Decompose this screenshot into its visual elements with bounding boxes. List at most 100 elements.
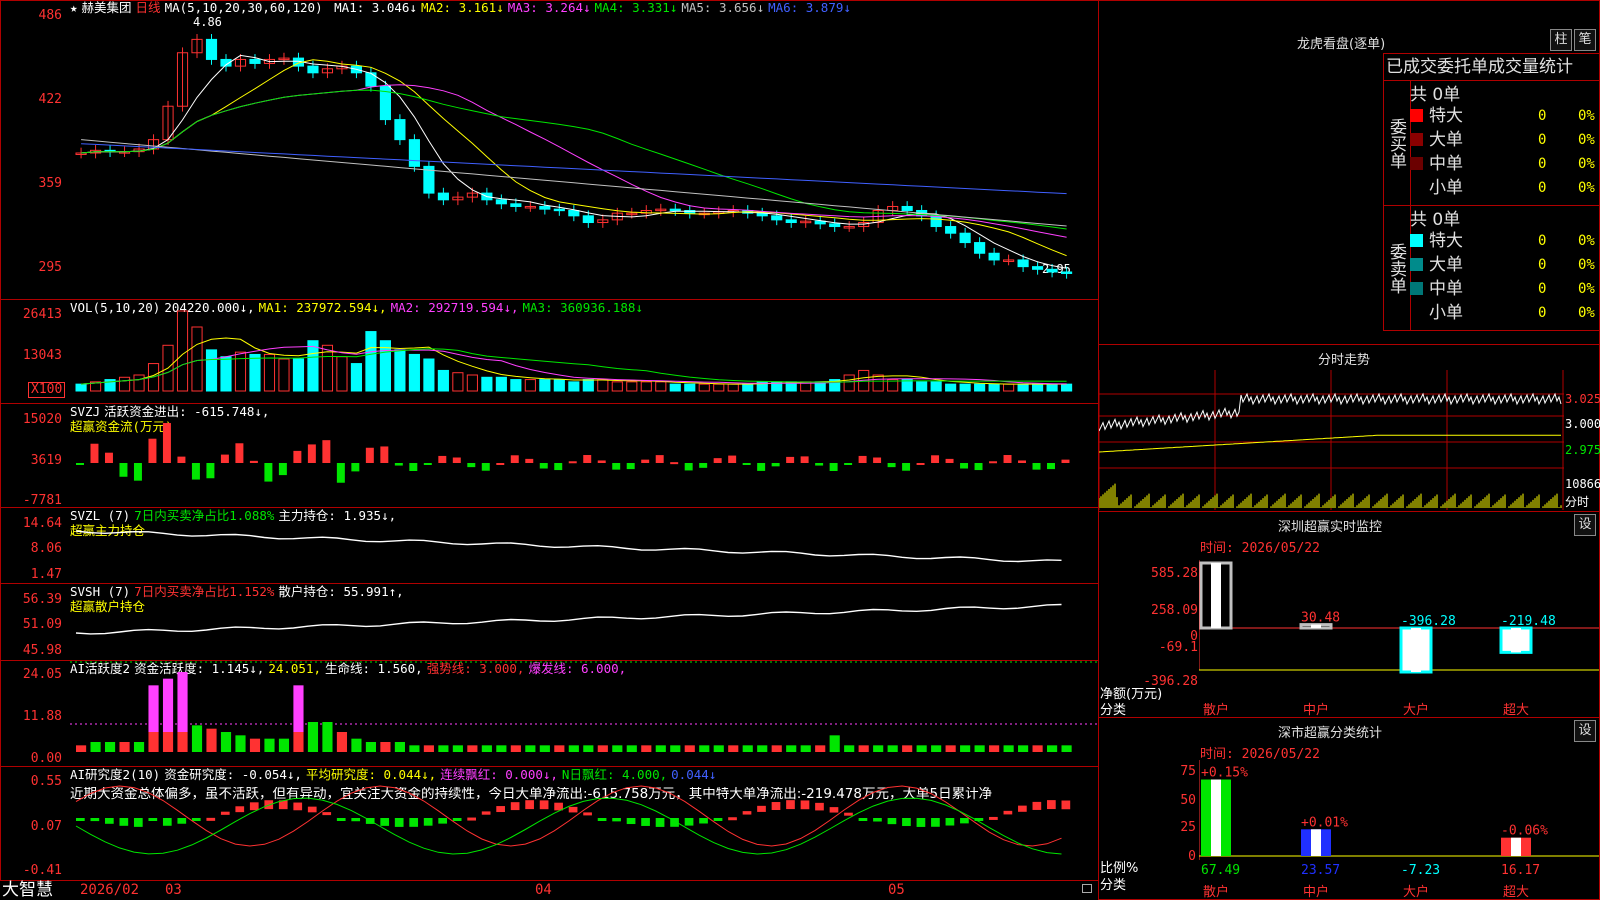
research-bar: [220, 811, 230, 815]
volume-bar: [263, 353, 276, 392]
svzj-bar: [380, 446, 389, 463]
volume-bar: [466, 374, 478, 392]
research-bar: [771, 802, 781, 811]
svzj-bar: [307, 444, 316, 463]
research-bar: [539, 800, 549, 810]
candle-body: [959, 232, 971, 244]
activity-bar: [974, 745, 985, 752]
volume-bar: [872, 374, 884, 392]
x-label: 05: [888, 882, 905, 898]
sell-row: 特大 0 0%: [1410, 229, 1600, 253]
research-bar: [307, 806, 317, 813]
class-category-label: 散户: [1203, 885, 1230, 900]
research-bar: [583, 812, 592, 816]
research-bar: [467, 817, 476, 821]
volume-bar: [655, 381, 667, 392]
buy-count: 0: [1538, 180, 1547, 196]
activity-bar: [655, 745, 666, 752]
research-line: [75, 785, 1062, 847]
activity-bar: [960, 745, 971, 752]
research-bar: [699, 818, 708, 824]
monitor-category-label: 大户: [1403, 703, 1430, 718]
volume-bar: [988, 383, 1000, 392]
volume-bar: [307, 340, 319, 392]
bar-mode-button[interactable]: 柱: [1550, 29, 1572, 51]
volume-bar: [452, 372, 464, 392]
research-bar: [873, 818, 882, 822]
volume-bar: [495, 376, 507, 392]
monitor-value-label: -219.48: [1501, 614, 1556, 629]
candle-body: [365, 72, 377, 87]
research-bar: [423, 818, 433, 826]
research-bar: [380, 818, 390, 826]
svzl-tick: 14.64: [22, 516, 62, 531]
research-bar: [757, 805, 766, 812]
class-bar-highlight: [1211, 779, 1221, 856]
monitor-category-label: 超大: [1503, 703, 1530, 718]
volume-bar: [234, 351, 247, 392]
research-bar: [191, 818, 201, 822]
vol-tick: 13043: [22, 348, 62, 363]
activity-bar: [394, 742, 405, 752]
fenshi-chart[interactable]: [1099, 370, 1564, 510]
vol-unit: X100: [28, 382, 66, 398]
volume-bar: [481, 376, 493, 392]
research-bar: [438, 818, 448, 824]
ma-lines: [81, 54, 1067, 269]
activity-bar: [989, 745, 1000, 752]
lock-icon[interactable]: [1082, 884, 1092, 893]
svzj-bar: [655, 455, 664, 463]
class-value-label: 67.49: [1201, 863, 1240, 878]
monitor-ytick: -69.1: [1158, 640, 1198, 655]
svzj-bar: [916, 462, 925, 465]
svzl-tick: 1.47: [30, 567, 62, 582]
svzj-bar: [728, 455, 737, 463]
candle-body: [930, 215, 942, 228]
research-bar: [597, 818, 607, 821]
research-bar: [496, 806, 505, 813]
ma-line-1: [81, 54, 1067, 269]
sell-label: 大单: [1429, 255, 1463, 275]
buy-label: 大单: [1429, 130, 1463, 150]
ai2-tick: -0.41: [22, 863, 62, 878]
research-bar: [394, 818, 404, 827]
class-value-label: -7.23: [1401, 863, 1440, 878]
candle-body: [1046, 268, 1058, 273]
candle-body: [669, 208, 681, 212]
svzj-bar: [467, 463, 476, 468]
volume-bar: [394, 349, 406, 392]
kline-chart[interactable]: [70, 0, 1099, 300]
activity-bar: [771, 745, 782, 752]
volume-bar: [1061, 383, 1073, 392]
svzj-bar: [815, 463, 824, 466]
research-bar: [829, 807, 839, 813]
research-bar: [945, 818, 955, 826]
class-bar-highlight: [1311, 829, 1321, 856]
sell-row: 小单 0 0%: [1410, 301, 1600, 325]
price-tick: 295: [38, 260, 62, 275]
tick-mode-button[interactable]: 笔: [1574, 29, 1596, 51]
svzj-tick: 3619: [30, 453, 62, 468]
svzj-bar: [322, 440, 331, 463]
svzj-bar: [771, 463, 780, 467]
candle-body: [307, 65, 319, 74]
volume-bar: [365, 331, 377, 392]
svzj-bar: [1018, 460, 1026, 463]
svzj-bar: [423, 463, 432, 465]
class-top-label: -0.06%: [1501, 824, 1548, 839]
svzj-bar: [235, 443, 244, 463]
brand-logo: 大智慧: [2, 880, 53, 900]
research-bar: [1047, 800, 1056, 810]
volume-bar: [669, 383, 681, 392]
class-settings-button[interactable]: 设: [1574, 720, 1596, 742]
activity-bar: [1061, 745, 1072, 752]
buy-pct: 0%: [1578, 132, 1595, 148]
ai2-tick: 0.55: [30, 774, 62, 789]
activity-bar: [699, 745, 710, 752]
volume-bar: [742, 383, 754, 392]
activity-bar: [307, 722, 319, 752]
ai1-tick: 11.88: [22, 709, 62, 724]
monitor-settings-button[interactable]: 设: [1574, 514, 1596, 536]
activity-bar: [423, 745, 434, 752]
candle-body: [945, 226, 957, 234]
